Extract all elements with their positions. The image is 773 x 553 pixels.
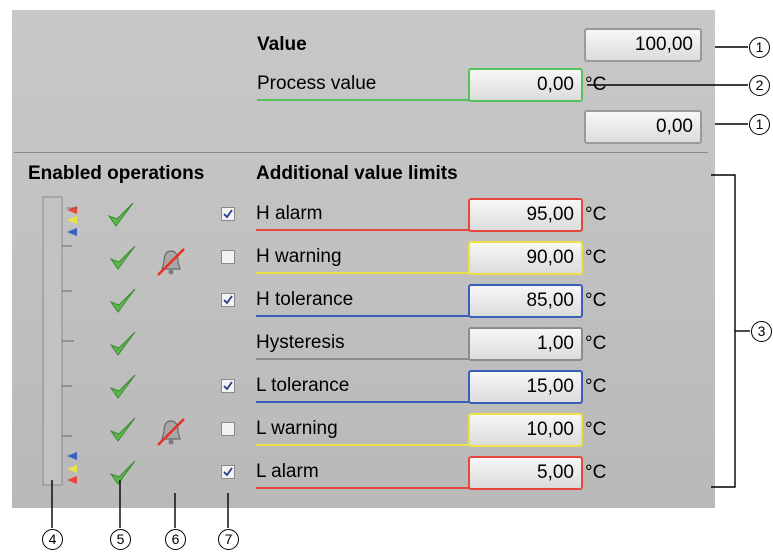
callout-lines bbox=[51, 46, 750, 528]
callout-badge: 2 bbox=[749, 75, 770, 96]
callout-badge: 7 bbox=[218, 529, 239, 550]
callout-badge: 1 bbox=[749, 37, 770, 58]
callout-badge: 5 bbox=[110, 529, 131, 550]
callout-badge: 3 bbox=[751, 321, 772, 342]
callout-badge: 1 bbox=[749, 114, 770, 135]
callout-badge: 4 bbox=[42, 529, 63, 550]
callout-badge: 6 bbox=[165, 529, 186, 550]
